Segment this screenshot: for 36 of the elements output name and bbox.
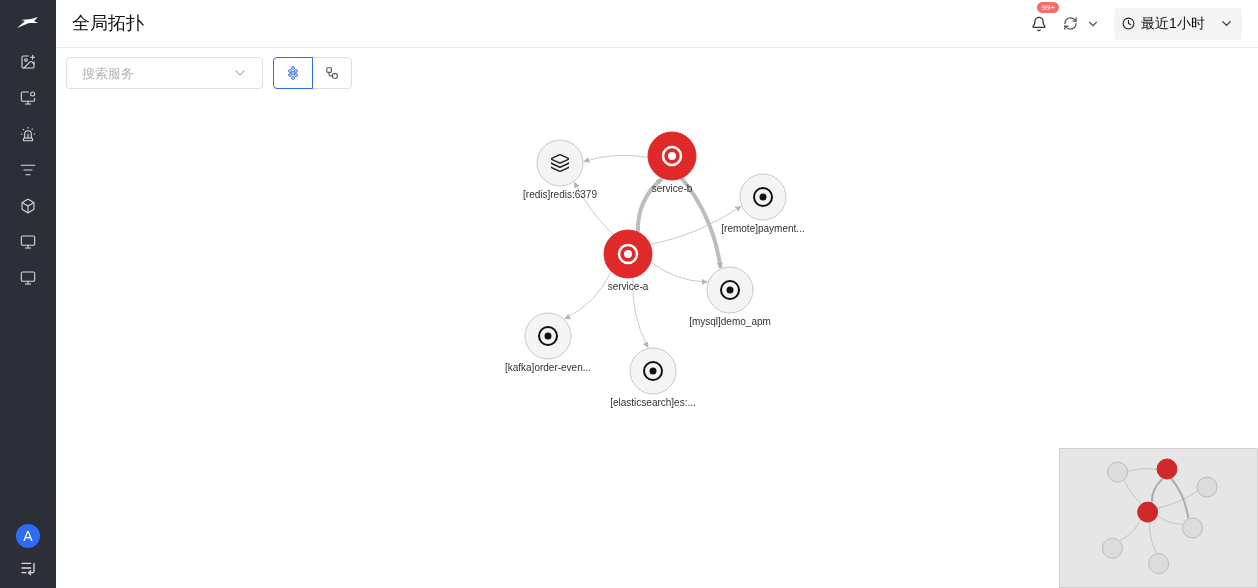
sidebar-toggle-icon[interactable] xyxy=(20,560,36,576)
node-label: service-a xyxy=(607,281,649,292)
node-label: [remote]payment... xyxy=(721,223,805,234)
node-label: [kafka]order-even... xyxy=(504,362,592,373)
time-range-picker[interactable]: 最近1小时 xyxy=(1114,7,1242,40)
alarm-light-icon[interactable] xyxy=(20,126,36,142)
service-node[interactable] xyxy=(647,131,697,181)
clock-icon xyxy=(1122,17,1135,30)
filter-icon[interactable] xyxy=(20,162,36,178)
user-avatar[interactable]: A xyxy=(16,524,40,548)
node-cluster-icon xyxy=(286,66,300,80)
tree-view-button[interactable] xyxy=(312,57,352,89)
monitor-icon[interactable] xyxy=(20,234,36,250)
resource-node[interactable] xyxy=(524,312,572,360)
notification-bell-icon[interactable] xyxy=(1031,15,1047,32)
notification-badge: 99+ xyxy=(1037,1,1059,13)
refresh-icon xyxy=(1063,16,1078,31)
minimap[interactable] xyxy=(1059,448,1258,588)
node-label: [elasticsearch]es:... xyxy=(610,397,696,408)
node-label: service-b xyxy=(651,183,693,194)
resource-node[interactable] xyxy=(629,347,677,395)
monitor-icon[interactable] xyxy=(20,270,36,286)
service-node[interactable] xyxy=(603,229,653,279)
cube-icon[interactable] xyxy=(20,198,36,214)
resource-node[interactable] xyxy=(706,266,754,314)
node-label: [redis]redis:6379 xyxy=(523,189,597,200)
layers-icon xyxy=(551,154,569,172)
logo-icon xyxy=(17,17,39,29)
graph-view-button[interactable] xyxy=(273,57,313,89)
node-label: [mysql]demo_apm xyxy=(689,316,771,327)
tree-icon xyxy=(325,66,339,80)
page-title: 全局拓扑 xyxy=(72,12,144,35)
resource-node[interactable] xyxy=(739,173,787,221)
refresh-button[interactable] xyxy=(1063,16,1100,31)
resource-node[interactable] xyxy=(536,139,584,187)
service-search-select[interactable]: 搜索服务 xyxy=(66,57,263,89)
